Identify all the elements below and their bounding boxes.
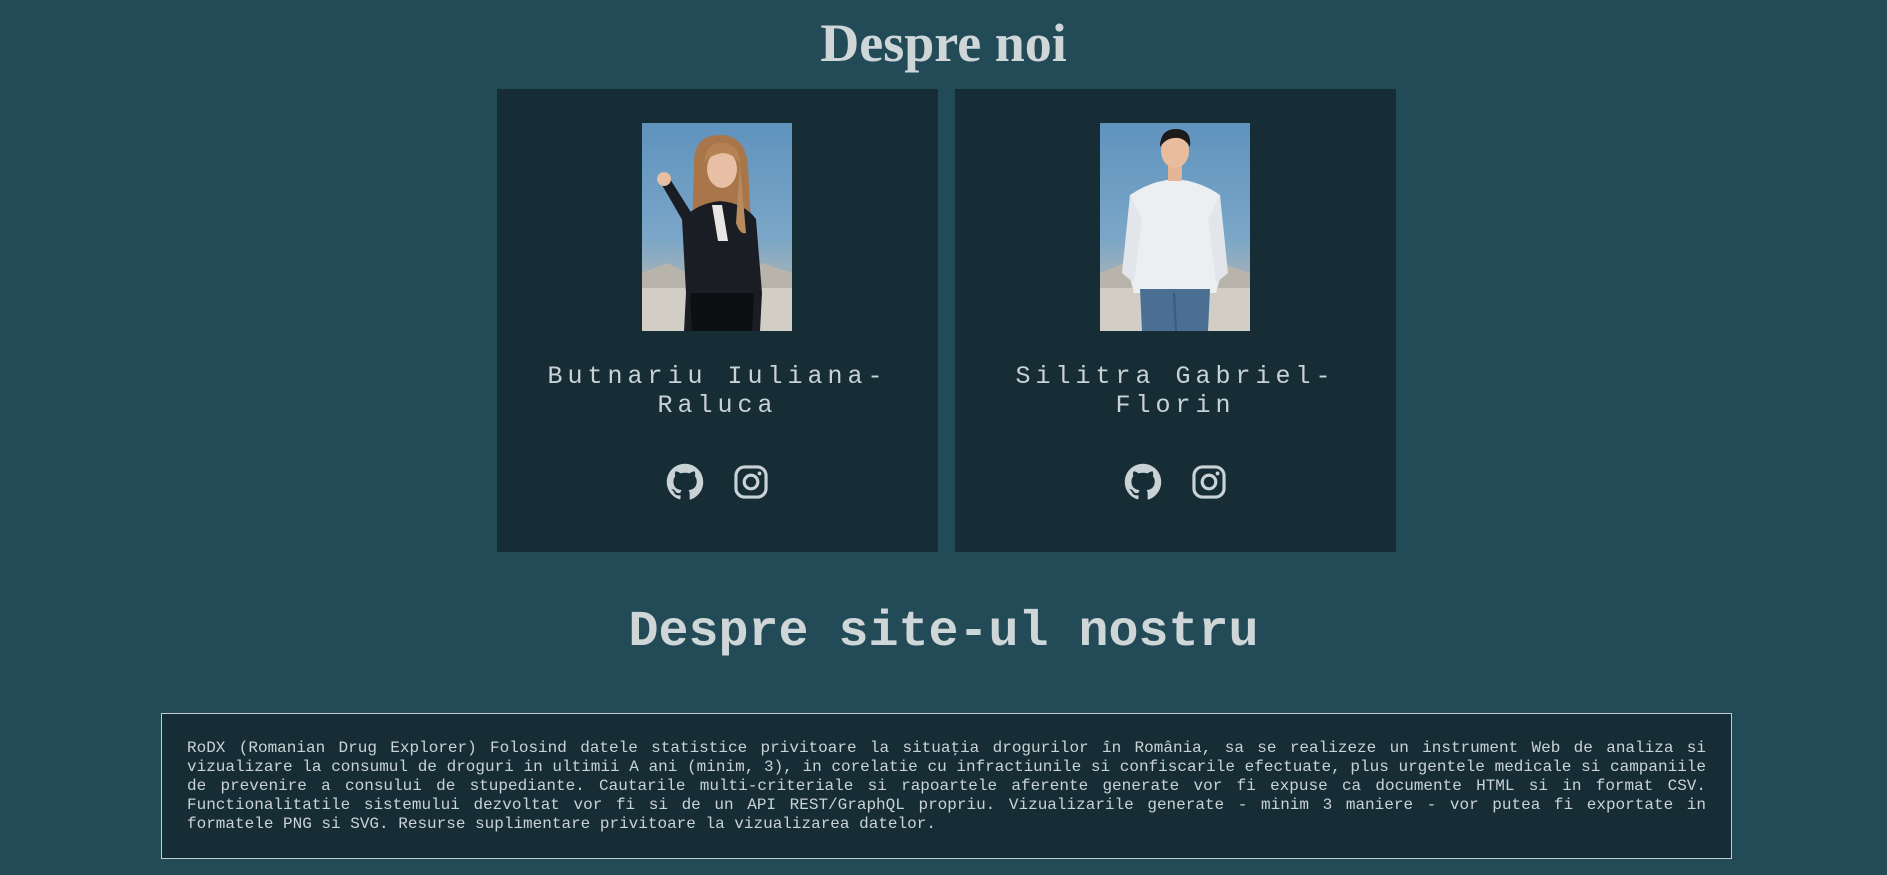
team-card: Silitra Gabriel- Florin bbox=[955, 89, 1396, 552]
github-icon[interactable] bbox=[666, 463, 704, 501]
team-member-name: Butnariu Iuliana- Raluca bbox=[547, 362, 888, 420]
github-icon[interactable] bbox=[1124, 463, 1162, 501]
social-links bbox=[955, 463, 1396, 506]
team-card: Butnariu Iuliana- Raluca bbox=[497, 89, 938, 552]
team-member-photo bbox=[642, 123, 792, 331]
team-member-name: Silitra Gabriel- Florin bbox=[1015, 362, 1336, 420]
site-description: RoDX (Romanian Drug Explorer) Folosind d… bbox=[161, 713, 1732, 859]
team-member-photo bbox=[1100, 123, 1250, 331]
site-section-title: Despre site-ul nostru bbox=[628, 604, 1259, 661]
about-page: Despre noi Butnariu Iuliana- Raluca Sili… bbox=[0, 0, 1887, 875]
page-title: Despre noi bbox=[820, 13, 1067, 73]
instagram-icon[interactable] bbox=[1190, 463, 1228, 501]
instagram-icon[interactable] bbox=[732, 463, 770, 501]
social-links bbox=[497, 463, 938, 506]
